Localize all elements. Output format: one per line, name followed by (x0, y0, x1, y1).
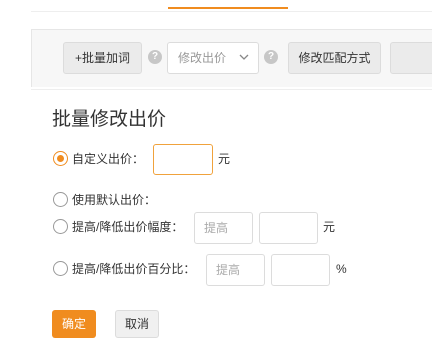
chevron-down-icon (239, 54, 249, 60)
cancel-button[interactable]: 取消 (115, 310, 159, 338)
delete-button[interactable]: 删 (390, 42, 432, 74)
custom-bid-label: 自定义出价： (72, 152, 145, 166)
custom-bid-input[interactable] (153, 144, 213, 175)
action-toolbar: +批量加词 ? 修改出价 ? 修改匹配方式 删 (31, 29, 432, 87)
adjust-percent-input[interactable] (271, 254, 330, 286)
default-bid-label: 使用默认出价： (72, 193, 157, 207)
adjust-amount-unit: 元 (323, 220, 336, 234)
active-tab-indicator (168, 7, 288, 9)
help-icon[interactable]: ? (264, 50, 278, 64)
tab-divider (31, 11, 432, 12)
adjust-percent-label: 提高/降低出价百分比： (72, 262, 196, 276)
adjust-percent-unit: % (336, 262, 347, 276)
panel-divider (31, 89, 432, 90)
help-icon[interactable]: ? (148, 50, 162, 64)
confirm-button[interactable]: 确定 (52, 310, 96, 338)
panel-title: 批量修改出价 (52, 108, 167, 130)
adjust-percent-radio[interactable] (53, 261, 68, 276)
modify-bid-select-value: 修改出价 (178, 51, 227, 65)
adjust-amount-direction-select[interactable]: 提高 (194, 212, 253, 244)
adjust-amount-input[interactable] (259, 212, 318, 244)
modify-bid-select[interactable]: 修改出价 (167, 42, 259, 74)
adjust-percent-direction-select[interactable]: 提高 (206, 254, 265, 286)
adjust-amount-radio[interactable] (53, 219, 68, 234)
modify-match-type-button[interactable]: 修改匹配方式 (288, 42, 381, 74)
default-bid-radio[interactable] (53, 192, 68, 207)
adjust-amount-label: 提高/降低出价幅度： (72, 220, 184, 234)
bulk-add-keywords-button[interactable]: +批量加词 (63, 42, 142, 74)
custom-bid-unit: 元 (218, 152, 231, 166)
custom-bid-radio[interactable] (53, 151, 68, 166)
